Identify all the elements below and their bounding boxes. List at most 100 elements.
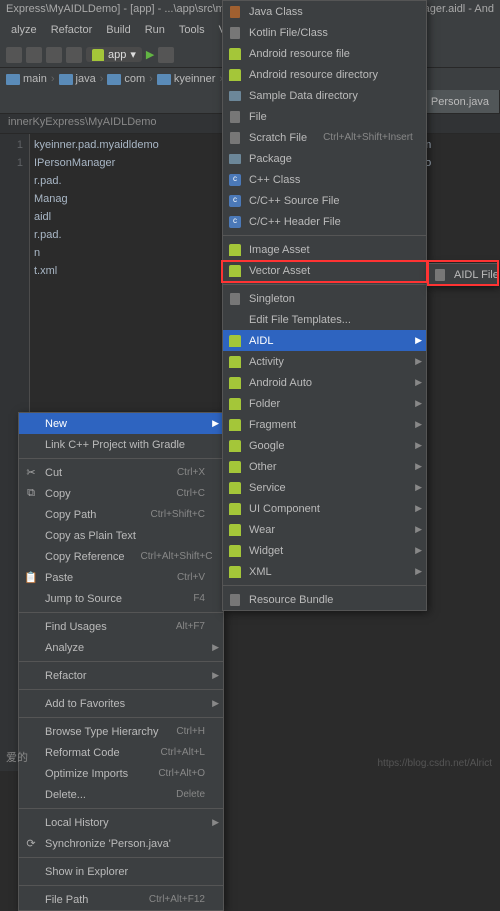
- submenu-arrow-icon: ▶: [415, 335, 422, 346]
- crumb-com[interactable]: com: [107, 73, 145, 85]
- menu-item-package[interactable]: Package: [223, 148, 426, 169]
- menu-label: Folder: [249, 398, 408, 410]
- menu-item-local-history[interactable]: Local History▶: [19, 812, 223, 833]
- menu-label: Vector Asset: [249, 265, 408, 277]
- crumb-kyeinner[interactable]: kyeinner: [157, 73, 216, 85]
- menu-run[interactable]: Run: [138, 22, 172, 42]
- menu-item-c-c-header-file[interactable]: cC/C++ Header File: [223, 211, 426, 232]
- menu-label: New: [45, 418, 205, 430]
- menu-item-copy-reference[interactable]: Copy ReferenceCtrl+Alt+Shift+C: [19, 546, 223, 567]
- android-icon: [227, 396, 243, 412]
- menu-item-file[interactable]: File: [223, 106, 426, 127]
- menu-item-xml[interactable]: XML▶: [223, 561, 426, 582]
- menu-item-synchronize-person-java-[interactable]: ⟳Synchronize 'Person.java': [19, 833, 223, 854]
- android-icon: [227, 564, 243, 580]
- shortcut: Ctrl+Alt+Shift+Insert: [313, 132, 413, 143]
- menu-alyze[interactable]: alyze: [4, 22, 44, 42]
- menu-item-folder[interactable]: Folder▶: [223, 393, 426, 414]
- back-icon[interactable]: [6, 47, 22, 63]
- java-icon: [227, 4, 243, 20]
- menu-item-reformat-code[interactable]: Reformat CodeCtrl+Alt+L: [19, 742, 223, 763]
- menu-item-refactor[interactable]: Refactor▶: [19, 665, 223, 686]
- menu-item-paste[interactable]: 📋PasteCtrl+V: [19, 567, 223, 588]
- menu-tools[interactable]: Tools: [172, 22, 212, 42]
- android-icon: [227, 501, 243, 517]
- menu-item-file-path[interactable]: File Path Ctrl+Alt+F12: [19, 889, 223, 910]
- android-icon: [227, 480, 243, 496]
- menu-item-show-in-explorer[interactable]: Show in Explorer: [19, 861, 223, 882]
- aidl-file-item[interactable]: AIDL File: [428, 264, 498, 285]
- menu-label: Activity: [249, 356, 408, 368]
- crumb-main[interactable]: main: [6, 73, 47, 85]
- menu-item-jump-to-source[interactable]: Jump to SourceF4: [19, 588, 223, 609]
- menu-item-kotlin-file-class[interactable]: Kotlin File/Class: [223, 22, 426, 43]
- shortcut: Delete: [166, 789, 205, 800]
- menu-item-browse-type-hierarchy[interactable]: Browse Type HierarchyCtrl+H: [19, 721, 223, 742]
- menu-item-image-asset[interactable]: Image Asset: [223, 239, 426, 260]
- menu-item-optimize-imports[interactable]: Optimize ImportsCtrl+Alt+O: [19, 763, 223, 784]
- forward-icon[interactable]: [26, 47, 42, 63]
- menu-item-activity[interactable]: Activity▶: [223, 351, 426, 372]
- menu-label: Java Class: [249, 6, 408, 18]
- menu-item-copy-path[interactable]: Copy PathCtrl+Shift+C: [19, 504, 223, 525]
- sync-icon[interactable]: [66, 47, 82, 63]
- menu-item-c-c-source-file[interactable]: cC/C++ Source File: [223, 190, 426, 211]
- android-icon: [227, 417, 243, 433]
- menu-label: File Path: [45, 894, 133, 906]
- chevron-down-icon: ▾: [130, 48, 136, 61]
- menu-item-fragment[interactable]: Fragment▶: [223, 414, 426, 435]
- menu-item-resource-bundle[interactable]: Resource Bundle: [223, 589, 426, 610]
- run-icon[interactable]: ▶: [146, 48, 154, 61]
- android-icon: [227, 263, 243, 279]
- menu-item-widget[interactable]: Widget▶: [223, 540, 426, 561]
- file-icon: [227, 109, 243, 125]
- menu-item-android-resource-file[interactable]: Android resource file: [223, 43, 426, 64]
- file-icon: [432, 267, 448, 283]
- menu-item-google[interactable]: Google▶: [223, 435, 426, 456]
- shortcut: Ctrl+Alt+L: [151, 747, 205, 758]
- menu-item-ui-component[interactable]: UI Component▶: [223, 498, 426, 519]
- menu-item-find-usages[interactable]: Find UsagesAlt+F7: [19, 616, 223, 637]
- crumb-java[interactable]: java: [59, 73, 96, 85]
- menu-item-c-class[interactable]: cC++ Class: [223, 169, 426, 190]
- menu-item-cut[interactable]: ✂CutCtrl+X: [19, 462, 223, 483]
- menu-item-singleton[interactable]: Singleton: [223, 288, 426, 309]
- bottom-cn-text: 爱的: [6, 749, 28, 765]
- blank-icon: [23, 724, 39, 740]
- menu-item-copy[interactable]: ⧉CopyCtrl+C: [19, 483, 223, 504]
- shortcut: Ctrl+Alt+F12: [139, 894, 205, 905]
- menu-label: Wear: [249, 524, 408, 536]
- blank-icon: [23, 815, 39, 831]
- menu-build[interactable]: Build: [99, 22, 137, 42]
- menu-item-analyze[interactable]: Analyze▶: [19, 637, 223, 658]
- menu-item-sample-data-directory[interactable]: Sample Data directory: [223, 85, 426, 106]
- menu-item-aidl[interactable]: AIDL▶: [223, 330, 426, 351]
- menu-item-copy-as-plain-text[interactable]: Copy as Plain Text: [19, 525, 223, 546]
- menu-item-android-resource-directory[interactable]: Android resource directory: [223, 64, 426, 85]
- menu-label: UI Component: [249, 503, 408, 515]
- menu-item-java-class[interactable]: Java Class: [223, 1, 426, 22]
- menu-item-edit-file-templates-[interactable]: Edit File Templates...: [223, 309, 426, 330]
- blank-icon: [23, 640, 39, 656]
- menu-item-link-c-project-with-gradle[interactable]: Link C++ Project with Gradle: [19, 434, 223, 455]
- debug-icon[interactable]: [158, 47, 174, 63]
- save-icon[interactable]: [46, 47, 62, 63]
- menu-item-delete-[interactable]: Delete...Delete: [19, 784, 223, 805]
- run-config-selector[interactable]: app ▾: [86, 47, 142, 62]
- folder-icon: [59, 74, 73, 85]
- menu-refactor[interactable]: Refactor: [44, 22, 100, 42]
- menu-item-vector-asset[interactable]: Vector Asset: [223, 260, 426, 281]
- menu-item-new[interactable]: New▶: [19, 413, 223, 434]
- menu-item-android-auto[interactable]: Android Auto▶: [223, 372, 426, 393]
- submenu-arrow-icon: ▶: [212, 698, 219, 709]
- menu-label: Analyze: [45, 642, 205, 654]
- menu-item-add-to-favorites[interactable]: Add to Favorites▶: [19, 693, 223, 714]
- menu-item-scratch-file[interactable]: Scratch FileCtrl+Alt+Shift+Insert: [223, 127, 426, 148]
- menu-label: C/C++ Source File: [249, 195, 408, 207]
- menu-item-service[interactable]: Service▶: [223, 477, 426, 498]
- menu-label: Copy Reference: [45, 551, 125, 563]
- menu-item-wear[interactable]: Wear▶: [223, 519, 426, 540]
- menu-item-other[interactable]: Other▶: [223, 456, 426, 477]
- sync-icon: ⟳: [23, 836, 39, 852]
- tab-label: Person.java: [431, 96, 489, 108]
